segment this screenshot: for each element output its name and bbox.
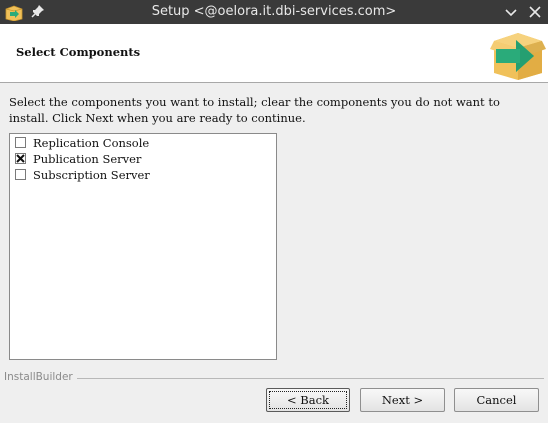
components-list[interactable]: Replication Console Publication Server S… <box>9 133 277 360</box>
checkbox[interactable] <box>15 153 26 164</box>
component-label: Replication Console <box>33 136 150 150</box>
checkmark-icon <box>16 154 25 163</box>
wizard-header: Select Components <box>0 24 548 83</box>
page-title: Select Components <box>16 45 141 59</box>
next-button[interactable]: Next > <box>360 388 445 412</box>
cancel-button[interactable]: Cancel <box>454 388 539 412</box>
box-with-arrow-icon <box>490 33 546 80</box>
component-label: Publication Server <box>33 152 142 166</box>
chevron-down-icon[interactable] <box>503 4 519 20</box>
footer-divider <box>4 378 544 379</box>
window-title: Setup <@oelora.it.dbi-services.com> <box>151 4 397 19</box>
instructions-text: Select the components you want to instal… <box>9 95 500 125</box>
checkbox[interactable] <box>15 169 26 180</box>
window-titlebar[interactable]: Setup <@oelora.it.dbi-services.com> <box>0 0 548 24</box>
component-label: Subscription Server <box>33 168 150 182</box>
installbuilder-brand: InstallBuilder <box>4 371 77 383</box>
checkbox[interactable] <box>15 137 26 148</box>
close-icon[interactable] <box>527 4 543 20</box>
back-button[interactable]: < Back <box>266 388 350 412</box>
